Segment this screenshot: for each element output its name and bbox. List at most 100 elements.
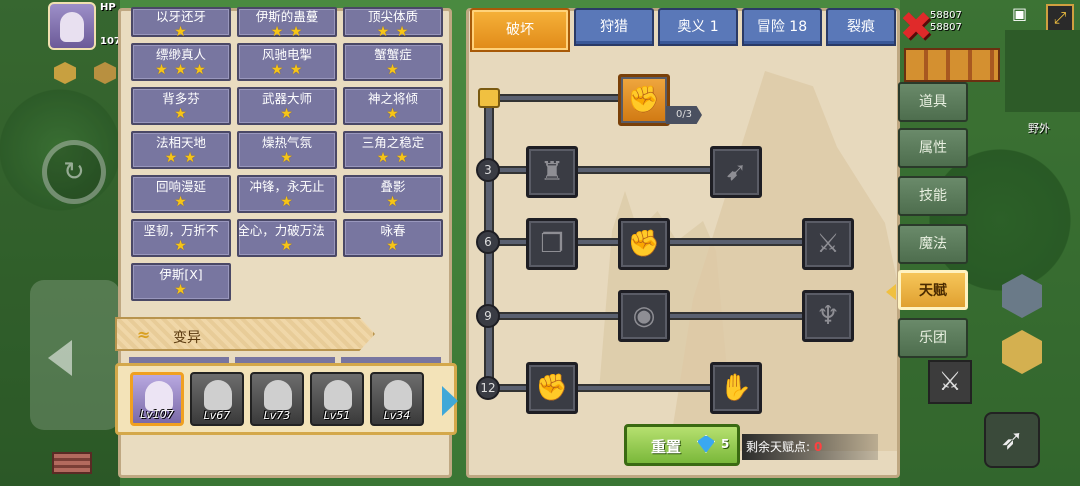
star-rating: ★ ★ bbox=[270, 24, 304, 40]
bandaged-fist-icon[interactable]: ✋ bbox=[710, 362, 762, 414]
hero-level: Lv34 bbox=[383, 409, 411, 422]
raised-fist-icon[interactable]: ✊ bbox=[526, 362, 578, 414]
talent-card[interactable]: 神之将倾 ★ bbox=[343, 87, 443, 125]
star-rating: ★ bbox=[280, 106, 294, 122]
talent-card[interactable]: 背多芬 ★ bbox=[131, 87, 231, 125]
tab-hunt[interactable]: 狩猎 bbox=[574, 8, 654, 46]
remaining-points: 剩余天赋点: 0 bbox=[742, 434, 878, 460]
reset-button[interactable]: 重置 5 bbox=[624, 424, 740, 466]
chat-menu-button[interactable] bbox=[52, 452, 92, 474]
hero-portrait bbox=[145, 381, 173, 411]
star-rating: ★ bbox=[174, 194, 188, 210]
shockwave-icon[interactable]: ◉ bbox=[618, 290, 670, 342]
star-rating: ★ bbox=[386, 194, 400, 210]
bow-icon[interactable]: ➶ bbox=[984, 412, 1040, 468]
star-rating: ★ bbox=[174, 106, 188, 122]
selected-pointer-icon bbox=[886, 284, 896, 300]
expand-icon[interactable]: ⤢ bbox=[1046, 4, 1074, 32]
tree-branch bbox=[494, 94, 620, 102]
talent-list-panel: 以牙还牙 ★ 伊斯的蛊蔓 ★ ★ 顶尖体质 ★ ★ 缥缈真人 ★ ★ ★ 风驰电… bbox=[115, 7, 458, 478]
star-rating: ★ bbox=[280, 194, 294, 210]
side-item-skills[interactable]: 技能 bbox=[898, 176, 968, 216]
talent-card[interactable]: 以牙还牙 ★ bbox=[131, 7, 231, 40]
node-progress: 0/3 bbox=[666, 106, 702, 124]
hero-slot[interactable]: Lv107 bbox=[130, 372, 184, 426]
skill-circle-button[interactable]: ↻ bbox=[42, 140, 106, 204]
fist-punch-icon[interactable]: ✊ bbox=[618, 218, 670, 270]
side-item-items[interactable]: 道具 bbox=[898, 82, 968, 122]
talent-card[interactable]: 顶尖体质 ★ ★ bbox=[343, 7, 443, 40]
talent-name: 回响漫延 bbox=[155, 179, 206, 194]
hero-slot[interactable]: Lv67 bbox=[190, 372, 244, 426]
tab-adventure[interactable]: 冒险 18 bbox=[742, 8, 822, 46]
side-item-magic[interactable]: 魔法 bbox=[898, 224, 968, 264]
arrow-hit-icon[interactable]: ➹ bbox=[710, 146, 762, 198]
talent-card[interactable]: 缥缈真人 ★ ★ ★ bbox=[131, 43, 231, 81]
talent-card[interactable]: 燥热气氛 ★ bbox=[237, 131, 337, 169]
dash-icon: ↻ bbox=[63, 157, 85, 187]
sword-strike-icon[interactable]: ⚔ bbox=[802, 218, 854, 270]
star-rating: ★ bbox=[174, 282, 188, 298]
talent-name: 武器大师 bbox=[261, 91, 312, 106]
hero-portrait bbox=[204, 380, 232, 410]
treasure-chest-icon[interactable] bbox=[904, 48, 1000, 82]
talent-name: 燥热气氛 bbox=[261, 135, 312, 150]
talent-card[interactable]: 坚韧，万折不 ★ bbox=[131, 219, 231, 257]
card-swap-icon[interactable]: ❐ bbox=[526, 218, 578, 270]
talent-card[interactable]: 武器大师 ★ bbox=[237, 87, 337, 125]
minimap[interactable] bbox=[1005, 30, 1080, 112]
star-rating: ★ ★ bbox=[164, 150, 198, 166]
talent-name: 法相天地 bbox=[155, 135, 206, 150]
dpad-left-arrow-icon[interactable] bbox=[48, 340, 72, 376]
hero-slot[interactable]: Lv73 bbox=[250, 372, 304, 426]
talent-name: 全心，力破万法 bbox=[237, 223, 325, 238]
reset-label: 重置 bbox=[651, 438, 682, 456]
talent-card[interactable]: 咏春 ★ bbox=[343, 219, 443, 257]
demon-wings-icon[interactable]: ♆ bbox=[802, 290, 854, 342]
talent-card[interactable]: 全心，力破万法 ★ bbox=[237, 219, 337, 257]
star-rating: ★ bbox=[280, 150, 294, 166]
talent-name: 蟹蟹症 bbox=[374, 47, 412, 62]
talent-card[interactable]: 回响漫延 ★ bbox=[131, 175, 231, 213]
arm-wrestle-icon[interactable]: ✊ bbox=[618, 74, 670, 126]
tab-destroy[interactable]: 破坏 bbox=[470, 8, 570, 52]
talent-card[interactable]: 法相天地 ★ ★ bbox=[131, 131, 231, 169]
talent-card[interactable]: 伊斯的蛊蔓 ★ ★ bbox=[237, 7, 337, 40]
talent-name: 坚韧，万折不 bbox=[143, 223, 219, 238]
star-rating: ★ bbox=[386, 238, 400, 254]
talent-card[interactable]: 叠影 ★ bbox=[343, 175, 443, 213]
side-item-band[interactable]: 乐团 bbox=[898, 318, 968, 358]
talent-card[interactable]: 三角之稳定 ★ ★ bbox=[343, 131, 443, 169]
dpad[interactable] bbox=[30, 280, 120, 430]
side-item-attributes[interactable]: 属性 bbox=[898, 128, 968, 168]
side-item-talent[interactable]: 天赋 bbox=[898, 270, 968, 310]
next-hero-arrow-icon[interactable] bbox=[442, 386, 458, 416]
talent-card[interactable]: 风驰电掣 ★ ★ bbox=[237, 43, 337, 81]
sword-icon[interactable]: ⚔ bbox=[928, 360, 972, 404]
hero-portrait bbox=[324, 380, 352, 410]
talent-name: 顶尖体质 bbox=[367, 9, 418, 24]
tier-badge: 3 bbox=[476, 158, 500, 182]
category-header[interactable]: ≈ 变异 bbox=[115, 317, 375, 351]
tab-rift[interactable]: 裂痕 bbox=[826, 8, 896, 46]
talent-card[interactable]: 伊斯[X] ★ bbox=[131, 263, 231, 301]
hero-level: Lv67 bbox=[203, 409, 231, 422]
close-icon[interactable]: ✖ bbox=[898, 7, 934, 47]
player-avatar[interactable] bbox=[48, 2, 96, 50]
reset-cost: 5 bbox=[721, 437, 730, 451]
hero-slot[interactable]: Lv34 bbox=[370, 372, 424, 426]
hero-slot[interactable]: Lv51 bbox=[310, 372, 364, 426]
talent-name: 以牙还牙 bbox=[155, 9, 206, 24]
tab-mystery[interactable]: 奥义 1 bbox=[658, 8, 738, 46]
dna-icon: ≈ bbox=[137, 325, 151, 344]
tier-badge: 12 bbox=[476, 376, 500, 400]
talent-tabs: 破坏 狩猎 奥义 1 冒险 18 裂痕 bbox=[466, 8, 900, 52]
network-icon: ▣ bbox=[1012, 4, 1028, 23]
tree-root-knob bbox=[478, 88, 500, 108]
star-rating: ★ bbox=[386, 106, 400, 122]
hero-level: Lv73 bbox=[263, 409, 291, 422]
muscle-body-icon[interactable]: ♜ bbox=[526, 146, 578, 198]
talent-card[interactable]: 蟹蟹症 ★ bbox=[343, 43, 443, 81]
talent-card[interactable]: 冲锋，永无止 ★ bbox=[237, 175, 337, 213]
talent-grid: 以牙还牙 ★ 伊斯的蛊蔓 ★ ★ 顶尖体质 ★ ★ 缥缈真人 ★ ★ ★ 风驰电… bbox=[131, 7, 443, 301]
